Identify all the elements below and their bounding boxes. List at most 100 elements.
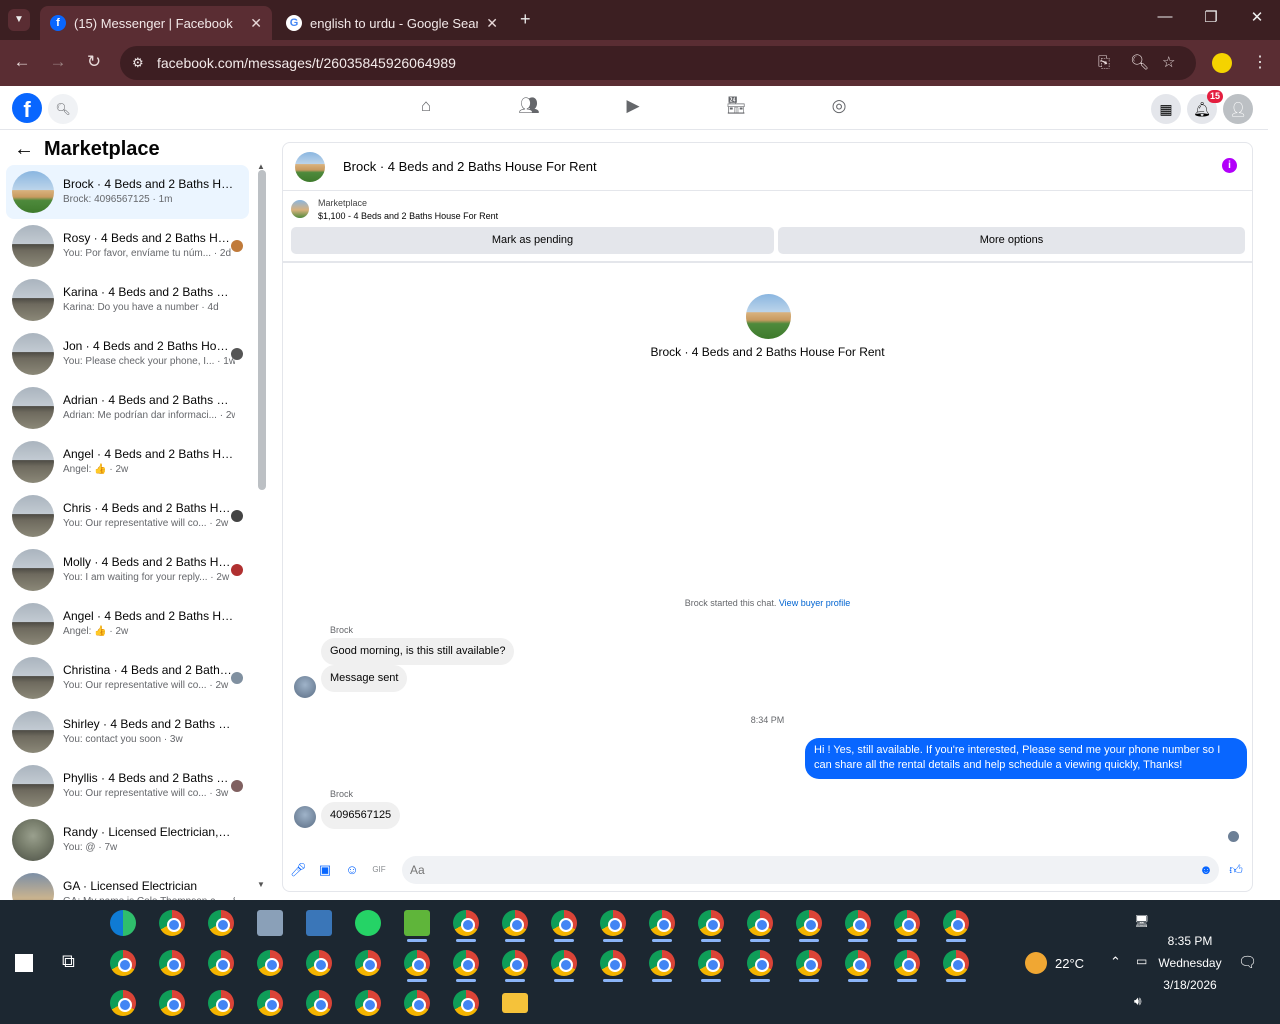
conversation-item[interactable]: Brock · 4 Beds and 2 Baths House For Ren… [6,165,249,219]
folder-app-icon[interactable] [502,993,528,1013]
chat-avatar[interactable] [295,151,325,182]
notification-center-icon[interactable]: 🗨︎ [1238,953,1257,971]
scrollbar-thumb[interactable] [258,170,266,490]
conversation-item[interactable]: Randy · Licensed Electrician,Do ... You: … [6,813,249,867]
search-icon[interactable]: 🔍︎ [48,94,78,124]
chrome-app-icon[interactable] [747,950,773,976]
tab-search-button[interactable]: ▼ [8,9,30,31]
conversation-item[interactable]: Angel · 4 Beds and 2 Baths House For Ren… [6,597,249,651]
conversation-item[interactable]: Molly · 4 Beds and 2 Baths House For Ren… [6,543,249,597]
temperature[interactable]: 22°C [1055,956,1084,971]
mark-pending-button[interactable]: Mark as pending [291,227,774,254]
edge-app-icon[interactable] [110,910,136,936]
gif-icon[interactable]: GIF [371,862,387,878]
chrome-app-icon[interactable] [355,950,381,976]
listing-thumbnail[interactable] [291,200,309,218]
sender-avatar[interactable] [294,806,316,828]
chrome-app-icon[interactable] [551,910,577,936]
conversation-item[interactable]: Adrian · 4 Beds and 2 Baths House For Re… [6,381,249,435]
sender-avatar[interactable] [294,676,316,698]
info-icon[interactable]: i [1222,158,1237,173]
menu-grid-icon[interactable]: ▦ [1151,94,1181,124]
clock-date[interactable]: 3/18/2026 [1150,978,1230,992]
notes-app-icon[interactable] [404,910,430,936]
conversation-item[interactable]: Christina · 4 Beds and 2 Baths House For… [6,651,249,705]
volume-icon[interactable]: 🔊︎ [1134,994,1142,1009]
close-tab-icon[interactable]: ✕ [486,15,498,32]
tab-messenger[interactable]: f (15) Messenger | Facebook ✕ [40,6,272,40]
site-info-icon[interactable]: ⚙ [132,46,144,80]
chrome-app-icon[interactable] [306,950,332,976]
chrome-app-icon[interactable] [502,950,528,976]
chrome-app-icon[interactable] [698,910,724,936]
conversation-item[interactable]: Angel · 4 Beds and 2 Baths House For Ren… [6,435,249,489]
chrome-app-icon[interactable] [257,950,283,976]
chrome-app-icon[interactable] [747,910,773,936]
chrome-app-icon[interactable] [404,950,430,976]
chrome-app-icon[interactable] [453,910,479,936]
conversation-item[interactable]: Jon · 4 Beds and 2 Baths House For Rent Y… [6,327,249,381]
clock-time[interactable]: 8:35 PM [1150,934,1230,948]
chrome-app-icon[interactable] [943,950,969,976]
chrome-app-icon[interactable] [110,950,136,976]
microphone-icon[interactable]: 🎤︎ [290,862,307,878]
chrome-app-icon[interactable] [894,910,920,936]
conversation-item[interactable]: Phyllis · 4 Beds and 2 Baths House For R… [6,759,249,813]
more-options-button[interactable]: More options [778,227,1245,254]
page-scrollbar[interactable] [1268,86,1280,900]
chrome-app-icon[interactable] [845,950,871,976]
chrome-app-icon[interactable] [208,950,234,976]
tab-google-search[interactable]: G english to urdu - Google Search ✕ [276,6,508,40]
conversation-item[interactable]: GA · Licensed ElectricianGA: My name is … [6,867,249,900]
forward-icon[interactable]: → [46,52,70,72]
scroll-down-icon[interactable]: ▼ [257,880,265,889]
friends-icon[interactable]: 👥︎ [517,96,541,120]
pc-app-icon[interactable] [257,910,283,936]
my-message-bubble[interactable]: Hi ! Yes, still available. If you're int… [805,738,1247,779]
chrome-app-icon[interactable] [404,990,430,1016]
home-icon[interactable]: ⌂ [414,96,438,120]
conversation-item[interactable]: Karina · 4 Beds and 2 Baths House For Re… [6,273,249,327]
message-input[interactable] [402,856,1219,884]
new-tab-button[interactable]: + [520,9,531,30]
chrome-app-icon[interactable] [208,990,234,1016]
chrome-app-icon[interactable] [208,910,234,936]
chrome-app-icon[interactable] [159,990,185,1016]
message-bubble[interactable]: Message sent [321,665,408,692]
chrome-app-icon[interactable] [600,910,626,936]
chrome-app-icon[interactable] [453,950,479,976]
address-bar[interactable]: ⚙ facebook.com/messages/t/26035845926064… [120,46,1196,80]
chrome-app-icon[interactable] [943,910,969,936]
conversation-item[interactable]: Rosy · 4 Beds and 2 Baths House For Rent… [6,219,249,273]
emoji-icon[interactable]: ☻ [1198,862,1214,878]
sticker-icon[interactable]: ☺ [344,862,360,878]
chrome-app-icon[interactable] [845,910,871,936]
profile-icon[interactable] [1212,53,1232,73]
battery-icon[interactable]: ▭ [1136,954,1147,968]
bookmark-star-icon[interactable]: ☆ [1162,46,1175,80]
chrome-app-icon[interactable] [649,910,675,936]
facebook-logo-icon[interactable]: f [12,93,42,123]
chrome-app-icon[interactable] [453,990,479,1016]
chrome-app-icon[interactable] [159,950,185,976]
thumbs-up-icon[interactable]: 👍︎ [1228,862,1244,878]
restore-button[interactable]: ❐ [1196,8,1226,26]
chrome-app-icon[interactable] [551,950,577,976]
task-view-icon[interactable]: ⧉ [62,951,75,972]
view-buyer-profile-link[interactable]: View buyer profile [779,598,850,608]
listing-price[interactable]: $1,100 - 4 Beds and 2 Baths House For Re… [318,211,498,221]
network-icon[interactable]: 🖥︎ [1134,914,1149,928]
clock-day[interactable]: Wednesday [1150,956,1230,970]
chrome-app-icon[interactable] [698,950,724,976]
chrome-app-icon[interactable] [796,910,822,936]
chrome-app-icon[interactable] [600,950,626,976]
whatsapp-app-icon[interactable] [355,910,381,936]
close-window-button[interactable]: ✕ [1242,8,1272,26]
minimize-button[interactable]: — [1150,8,1180,25]
marketplace-icon[interactable]: 🏪︎ [724,96,748,120]
message-bubble[interactable]: 4096567125 [321,802,401,829]
chrome-app-icon[interactable] [894,950,920,976]
chrome-app-icon[interactable] [502,910,528,936]
chrome-app-icon[interactable] [159,910,185,936]
profile-avatar[interactable] [746,294,791,339]
